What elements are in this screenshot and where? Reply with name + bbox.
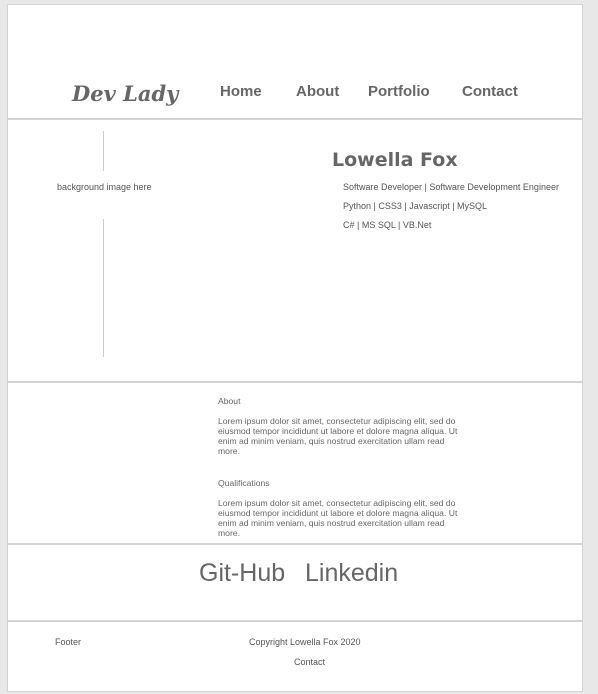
image-placeholder: background image here [57,182,152,192]
logo[interactable]: Dev Lady [72,81,178,106]
nav-about[interactable]: About [296,83,339,100]
hero-line: C# | MS SQL | VB.Net [343,220,432,230]
qualifications-heading: Qualifications [218,478,270,488]
footer-label: Footer [55,637,82,647]
github-link[interactable]: Git-Hub [199,559,285,588]
about-text: Lorem ipsum dolor sit amet, consectetur … [218,416,458,456]
nav-portfolio[interactable]: Portfolio [368,83,430,100]
page: Dev Lady Home About Portfolio Contact ba… [7,4,583,692]
footer-contact-link[interactable]: Contact [294,657,325,667]
hero-name: Lowella Fox [332,149,458,171]
nav-home[interactable]: Home [220,83,262,100]
hero-line: Python | CSS3 | Javascript | MySQL [343,201,488,211]
about-heading: About [218,396,241,406]
copyright: Copyright Lowella Fox 2020 [249,637,361,647]
hero-line: Software Developer | Software Developmen… [343,182,559,192]
linkedin-link[interactable]: Linkedin [305,559,398,588]
divider-line [103,131,104,171]
links-section [8,545,582,622]
nav-contact[interactable]: Contact [462,83,518,100]
hero-section [8,120,582,383]
divider-line [103,219,104,357]
qualifications-text: Lorem ipsum dolor sit amet, consectetur … [218,498,458,538]
